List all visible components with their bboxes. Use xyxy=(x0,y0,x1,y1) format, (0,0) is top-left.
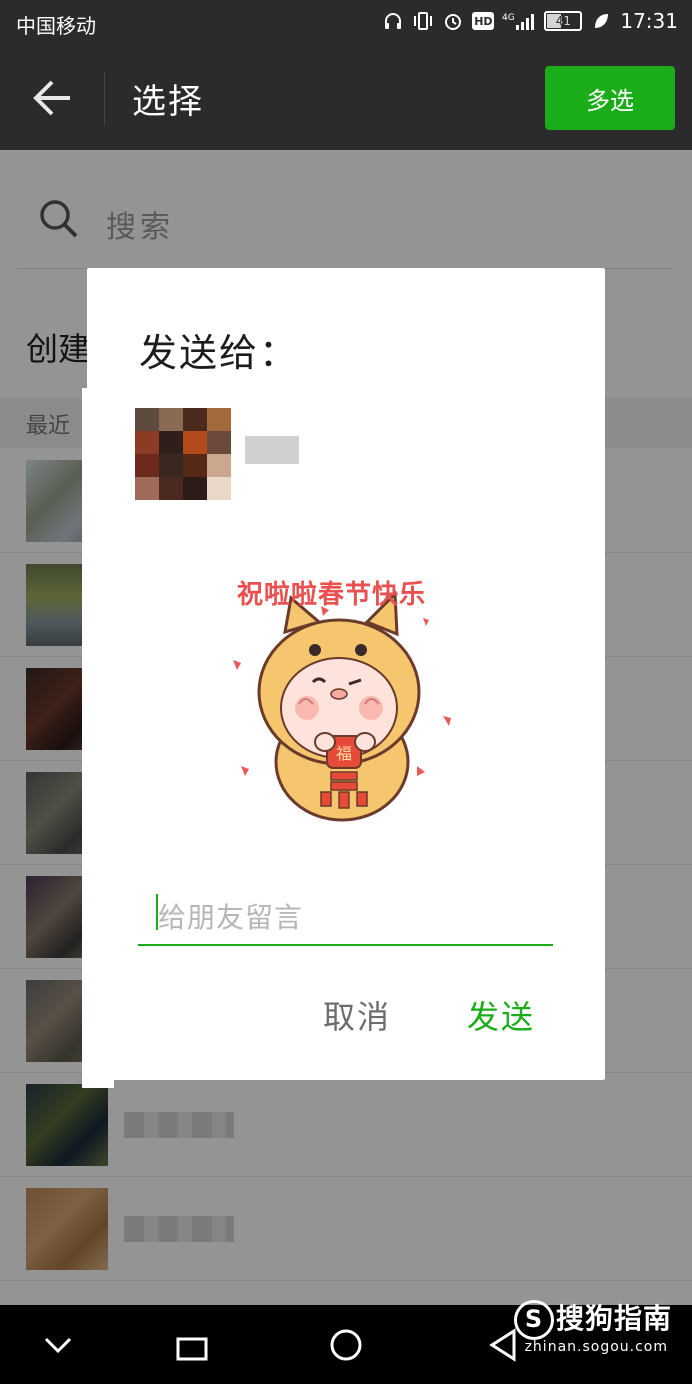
signal-icon: 4G xyxy=(502,10,536,32)
carrier-label: 中国移动 xyxy=(16,14,96,38)
battery-icon: 41 xyxy=(544,11,583,31)
battery-level: 41 xyxy=(555,14,571,28)
message-placeholder: 给朋友留言 xyxy=(158,901,304,934)
status-bar: 中国移动 HD 4G 41 17:31 xyxy=(0,0,692,48)
recipient-avatar xyxy=(135,408,231,500)
sticker-image: 福 xyxy=(233,590,451,822)
back-button[interactable] xyxy=(28,78,76,118)
square-home-icon[interactable] xyxy=(170,1323,214,1367)
send-button[interactable]: 发送 xyxy=(467,992,535,1038)
recipient-name xyxy=(245,436,299,464)
dialog-title: 发送给： xyxy=(139,331,300,375)
arrow-left-icon xyxy=(33,80,70,116)
vibrate-icon xyxy=(412,10,434,32)
page-title: 选择 xyxy=(132,82,204,122)
svg-text:福: 福 xyxy=(336,744,352,763)
message-input[interactable]: 给朋友留言 xyxy=(138,878,553,946)
alarm-icon xyxy=(442,10,464,32)
sogou-logo-icon: S xyxy=(513,1300,554,1340)
cancel-button[interactable]: 取消 xyxy=(323,992,391,1038)
headphones-icon xyxy=(382,10,404,32)
top-bar: 选择 多选 xyxy=(0,48,692,150)
clock-time: 17:31 xyxy=(620,9,678,33)
sticker-caption: 祝啦啦春节快乐 xyxy=(237,580,427,610)
status-icons: HD 4G 41 17:31 xyxy=(382,9,678,33)
chevron-down-icon[interactable] xyxy=(36,1323,80,1367)
redaction-smudge xyxy=(82,388,114,1088)
send-dialog: 发送给： 福 祝啦啦春节快乐 给朋友留言 取消 发送 xyxy=(87,268,605,1080)
hd-icon: HD xyxy=(472,12,495,30)
toolbar-divider xyxy=(104,72,105,126)
svg-text:4G: 4G xyxy=(502,13,515,23)
watermark-domain: zhinan.sogou.com xyxy=(524,1339,668,1355)
watermark-brand: S 搜狗指南 xyxy=(513,1297,672,1340)
circle-home-icon[interactable] xyxy=(324,1323,368,1367)
multi-select-button[interactable]: 多选 xyxy=(545,66,675,130)
leaf-icon xyxy=(590,10,612,32)
